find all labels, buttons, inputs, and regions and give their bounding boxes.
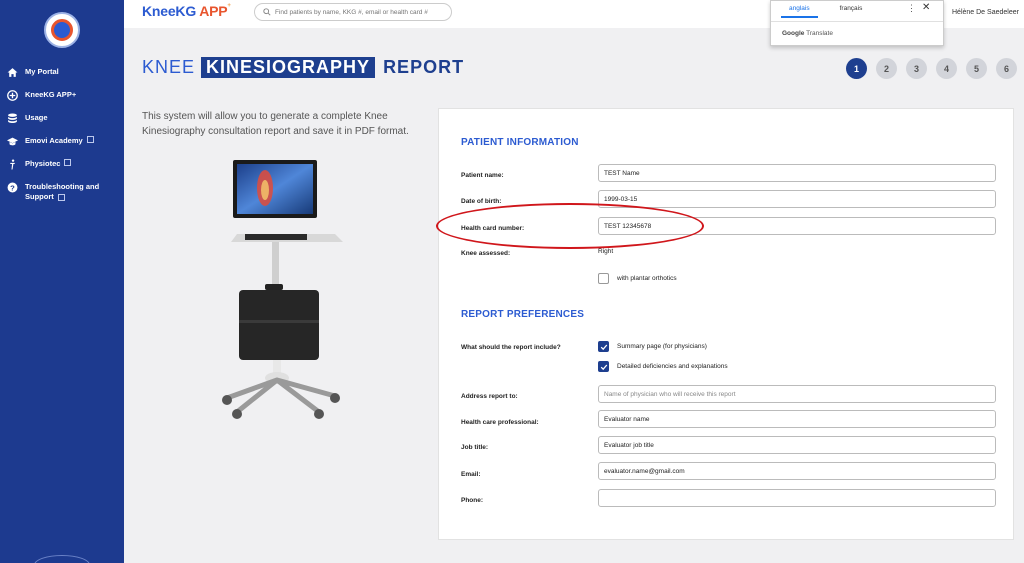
health-card-label: Health card number: bbox=[461, 225, 525, 232]
sidebar-item-label: KneeKG APP+ bbox=[25, 90, 77, 99]
google-translate-logo: Google Translate bbox=[782, 30, 833, 37]
detailed-deficiencies-option[interactable]: Detailed deficiencies and explanations bbox=[598, 361, 728, 372]
sidebar-item-emovi-academy[interactable]: Emovi Academy bbox=[0, 133, 124, 150]
patient-name-field[interactable] bbox=[598, 164, 996, 182]
page-title: KNEE KINESIOGRAPHY REPORT bbox=[142, 57, 465, 78]
figure-icon bbox=[6, 159, 18, 170]
step-3[interactable]: 3 bbox=[906, 58, 927, 79]
emovi-logo[interactable] bbox=[44, 12, 80, 48]
summary-page-option[interactable]: Summary page (for physicians) bbox=[598, 341, 707, 352]
external-link-icon bbox=[57, 193, 65, 201]
sidebar-nav: My Portal KneeKG APP+ Usage Emovi Academ… bbox=[0, 64, 124, 211]
hcp-label: Health care professional: bbox=[461, 419, 539, 426]
translate-tab-english[interactable]: anglais bbox=[781, 5, 818, 18]
detailed-deficiencies-checkbox[interactable] bbox=[598, 361, 609, 372]
email-label: Email: bbox=[461, 471, 481, 478]
job-title-field[interactable] bbox=[598, 436, 996, 454]
external-link-icon bbox=[64, 159, 72, 166]
sidebar-item-physiotec[interactable]: Physiotec bbox=[0, 156, 124, 173]
external-link-icon bbox=[86, 136, 94, 143]
report-prefs-heading: REPORT PREFERENCES bbox=[461, 309, 585, 320]
sidebar-item-label: Troubleshooting and Support bbox=[25, 182, 100, 201]
intro-text: This system will allow you to generate a… bbox=[142, 111, 409, 137]
email-field[interactable] bbox=[598, 462, 996, 480]
translate-popup: anglais français ⋮ ✕ Google Translate bbox=[770, 0, 944, 46]
plus-circle-icon bbox=[6, 90, 18, 101]
phone-field[interactable] bbox=[598, 489, 996, 507]
address-report-label: Address report to: bbox=[461, 393, 518, 400]
hcp-field[interactable] bbox=[598, 410, 996, 428]
step-5[interactable]: 5 bbox=[966, 58, 987, 79]
sidebar-item-my-portal[interactable]: My Portal bbox=[0, 64, 124, 81]
dob-field[interactable] bbox=[598, 190, 996, 208]
sidebar-footer-shape bbox=[34, 555, 90, 563]
step-4[interactable]: 4 bbox=[936, 58, 957, 79]
home-icon bbox=[6, 67, 18, 78]
report-include-label: What should the report include? bbox=[461, 344, 561, 351]
brand-logo[interactable]: KneeKG APP+ bbox=[142, 3, 231, 19]
divider bbox=[771, 21, 943, 22]
knee-assessed-label: Knee assessed: bbox=[461, 250, 511, 257]
health-card-field[interactable] bbox=[598, 217, 996, 235]
kneekg-cart-image bbox=[222, 160, 343, 419]
sidebar-item-usage[interactable]: Usage bbox=[0, 110, 124, 127]
close-icon[interactable]: ✕ bbox=[922, 2, 930, 13]
svg-text:?: ? bbox=[10, 183, 15, 192]
knee-assessed-value: Right bbox=[598, 248, 614, 255]
sidebar: My Portal KneeKG APP+ Usage Emovi Academ… bbox=[0, 0, 124, 563]
graduation-cap-icon bbox=[6, 136, 18, 147]
dob-label: Date of birth: bbox=[461, 198, 502, 205]
sidebar-item-label: Usage bbox=[25, 113, 48, 122]
sidebar-item-troubleshooting[interactable]: ? Troubleshooting and Support bbox=[0, 179, 124, 205]
search-icon bbox=[263, 8, 271, 16]
phone-label: Phone: bbox=[461, 497, 484, 504]
checkmark-icon bbox=[600, 364, 607, 370]
search-input[interactable] bbox=[275, 8, 445, 16]
step-2[interactable]: 2 bbox=[876, 58, 897, 79]
orthotics-checkbox[interactable] bbox=[598, 273, 609, 284]
summary-page-checkbox[interactable] bbox=[598, 341, 609, 352]
database-icon bbox=[6, 113, 18, 124]
step-1[interactable]: 1 bbox=[846, 58, 867, 79]
sidebar-item-kneekg-app[interactable]: KneeKG APP+ bbox=[0, 87, 124, 104]
patient-info-heading: PATIENT INFORMATION bbox=[461, 137, 579, 148]
address-report-field[interactable] bbox=[598, 385, 996, 403]
step-indicator: 1 2 3 4 5 6 bbox=[846, 58, 1024, 79]
step-6[interactable]: 6 bbox=[996, 58, 1017, 79]
job-title-label: Job title: bbox=[461, 444, 489, 451]
patient-name-label: Patient name: bbox=[461, 172, 504, 179]
sidebar-item-label: Emovi Academy bbox=[25, 136, 83, 145]
translate-tab-french[interactable]: français bbox=[832, 5, 871, 18]
sidebar-item-label: My Portal bbox=[25, 67, 59, 76]
report-form-card: PATIENT INFORMATION Patient name: Date o… bbox=[438, 108, 1014, 540]
more-options-icon[interactable]: ⋮ bbox=[907, 3, 916, 14]
question-circle-icon: ? bbox=[6, 182, 18, 193]
user-name[interactable]: Hélène De Saedeleer bbox=[952, 9, 1019, 16]
sidebar-item-label: Physiotec bbox=[25, 159, 61, 168]
patient-search[interactable] bbox=[254, 3, 452, 21]
orthotics-option[interactable]: with plantar orthotics bbox=[598, 273, 677, 284]
checkmark-icon bbox=[600, 344, 607, 350]
